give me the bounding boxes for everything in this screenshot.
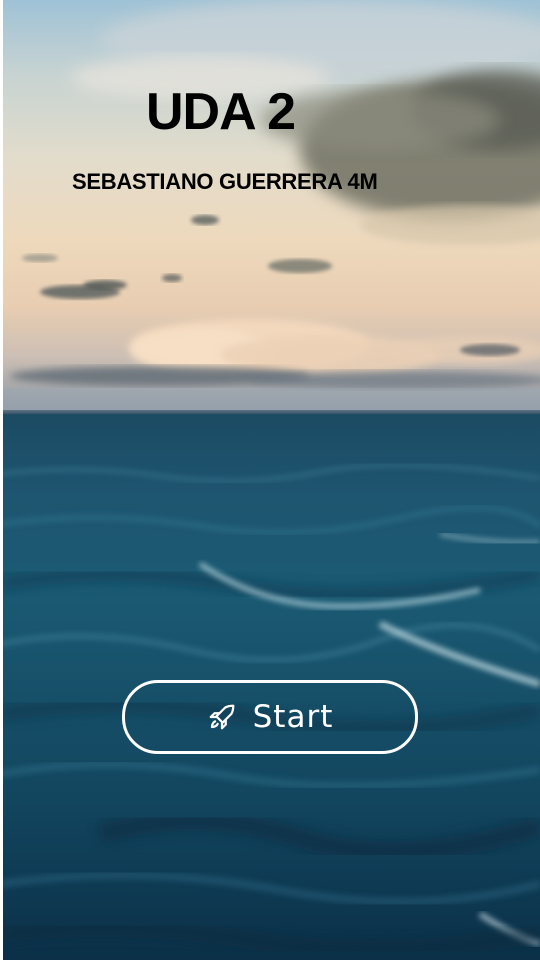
- sky-background: [0, 0, 540, 414]
- author-subtitle: SEBASTIANO GUERRERA 4M: [72, 169, 378, 194]
- rocket-icon: [207, 702, 237, 732]
- page-title: UDA 2: [146, 83, 296, 141]
- clouds-illustration: [0, 0, 540, 414]
- start-button[interactable]: Start: [122, 680, 418, 754]
- start-button-label: Start: [252, 699, 334, 735]
- start-screen: UDA 2 SEBASTIANO GUERRERA 4M Start: [0, 0, 540, 960]
- left-edge-strip: [0, 0, 3, 960]
